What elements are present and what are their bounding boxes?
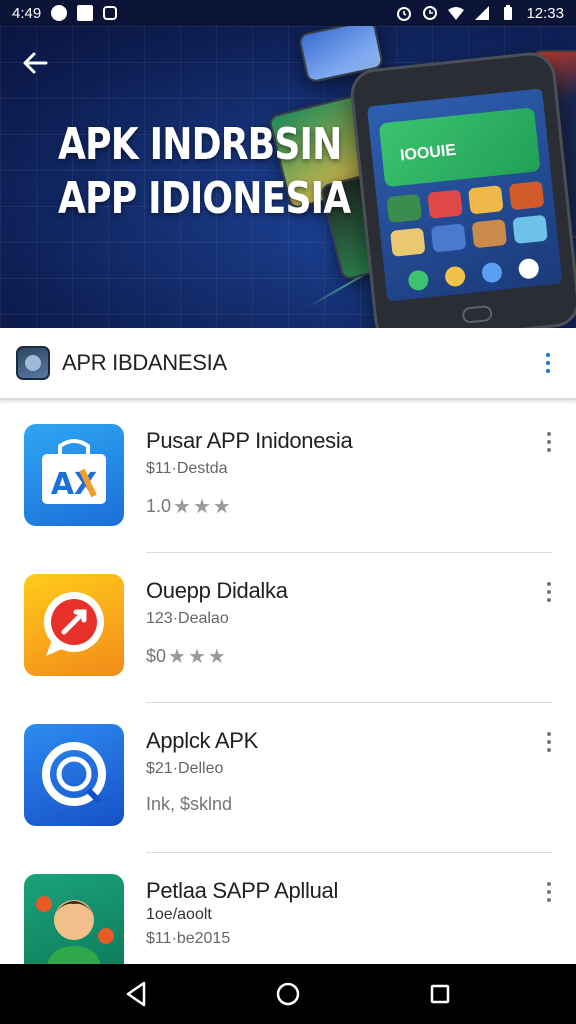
phone-app-grid (386, 180, 548, 257)
hero-banner: IOOUIE APK INDRBSIN APP IDIONESIA (0, 26, 576, 328)
alarm-icon (397, 7, 412, 21)
status-right: 12:33 (396, 5, 564, 22)
app-list: AX Pusar APP Inidonesia $11·Destda 1.0 ★… (0, 402, 576, 964)
phone-banner-text: IOOUIE (399, 141, 457, 165)
phone-dock-icon (480, 261, 503, 284)
nav-back-button[interactable] (116, 974, 156, 1014)
battery-icon (504, 5, 513, 20)
phone-dock (398, 257, 547, 292)
app-subtitle-top: 1oe/aoolt (146, 906, 212, 923)
ax-bag-icon: AX (42, 439, 106, 504)
system-nav-bar (0, 964, 576, 1024)
app-icon (24, 724, 124, 826)
app-subtitle: $11·be2015 (146, 930, 231, 947)
phone-app-tile (386, 193, 423, 224)
phone-home-button (461, 304, 493, 324)
phone-banner: IOOUIE (378, 107, 541, 188)
phone-app-tile (390, 227, 426, 257)
status-time-right: 12:33 (526, 4, 564, 22)
list-item[interactable]: AX Pusar APP Inidonesia $11·Destda 1.0 ★… (0, 402, 576, 553)
circle-home-icon (276, 982, 300, 1006)
phone-dock-icon (517, 257, 540, 280)
status-left: 4:49 (12, 4, 118, 22)
more-vert-icon[interactable] (535, 426, 563, 458)
more-vert-icon[interactable] (534, 347, 562, 379)
app-bar-title: APR IBDANESIA (62, 350, 227, 375)
rating-value: Ink, $sklnd (146, 794, 233, 814)
more-vert-icon[interactable] (535, 726, 563, 758)
phone-dock-icon (406, 269, 429, 292)
message-icon (77, 5, 94, 21)
cartoon-avatar-icon (36, 896, 114, 964)
list-item[interactable]: Applck APK $21·Delleo Ink, $sklnd (0, 702, 576, 853)
app-title: Ouepp Didalka (146, 578, 288, 603)
wifi-icon (448, 7, 465, 20)
list-item[interactable]: Petlaa SAPP Apllual 1oe/aoolt $11·be2015 (0, 852, 576, 964)
app-rating: Ink, $sklnd (146, 794, 232, 815)
hero-title-line2: APP IDIONESIA (58, 173, 351, 224)
nav-home-button[interactable] (268, 974, 308, 1014)
more-vert-icon[interactable] (535, 876, 563, 908)
phone-app-tile (471, 218, 508, 249)
app-rating: $0 ★★★ (146, 644, 228, 669)
app-icon (24, 574, 124, 676)
app-subtitle: 123·Dealao (146, 610, 229, 627)
clock-icon (423, 6, 438, 20)
app-subtitle: $21·Delleo (146, 760, 224, 777)
star-rating-icon: ★★★ (168, 646, 228, 668)
phone-illustration: IOOUIE (348, 49, 576, 328)
phone-app-tile (468, 185, 504, 215)
hero-title-line1: APK INDRBSIN (58, 119, 342, 170)
phone-screen: IOOUIE (366, 88, 563, 302)
signal-icon (475, 6, 490, 20)
triangle-back-icon (126, 981, 146, 1007)
status-time-left: 4:49 (12, 4, 42, 22)
screen: 4:49 12:33 IOOUIE APK INDRBSIN APP IDION… (0, 0, 576, 1024)
rating-value: 1.0 (146, 496, 172, 516)
more-vert-icon[interactable] (535, 576, 563, 608)
arrow-left-icon (23, 52, 48, 74)
search-ring-icon (42, 742, 106, 806)
hero-title: APK INDRBSIN APP IDIONESIA (58, 118, 351, 226)
app-icon (24, 874, 124, 964)
nav-recents-button[interactable] (420, 974, 460, 1014)
status-bar: 4:49 12:33 (0, 0, 576, 26)
chat-bubble-icon (44, 592, 104, 656)
phone-app-tile (508, 180, 545, 211)
square-recents-icon (430, 984, 450, 1004)
android-icon (103, 6, 118, 20)
app-icon: AX (24, 424, 124, 526)
app-title: Applck APK (146, 728, 258, 753)
phone-app-tile (427, 189, 463, 219)
back-button[interactable] (18, 48, 52, 78)
list-item[interactable]: Ouepp Didalka 123·Dealao $0 ★★★ (0, 552, 576, 703)
star-rating-icon: ★★★ (173, 496, 233, 518)
rating-value: $0 (146, 646, 167, 666)
app-bar: APR IBDANESIA (0, 328, 576, 400)
app-rating: 1.0 ★★★ (146, 494, 233, 519)
app-subtitle: $11·Destda (146, 460, 228, 477)
app-title: Petlaa SAPP Apllual (146, 878, 339, 903)
app-title: Pusar APP Inidonesia (146, 428, 353, 453)
app-logo-icon (16, 346, 50, 380)
phone-dock-icon (443, 265, 466, 288)
notification-icon (51, 5, 68, 21)
phone-app-tile (512, 214, 548, 245)
phone-app-tile (430, 223, 467, 253)
